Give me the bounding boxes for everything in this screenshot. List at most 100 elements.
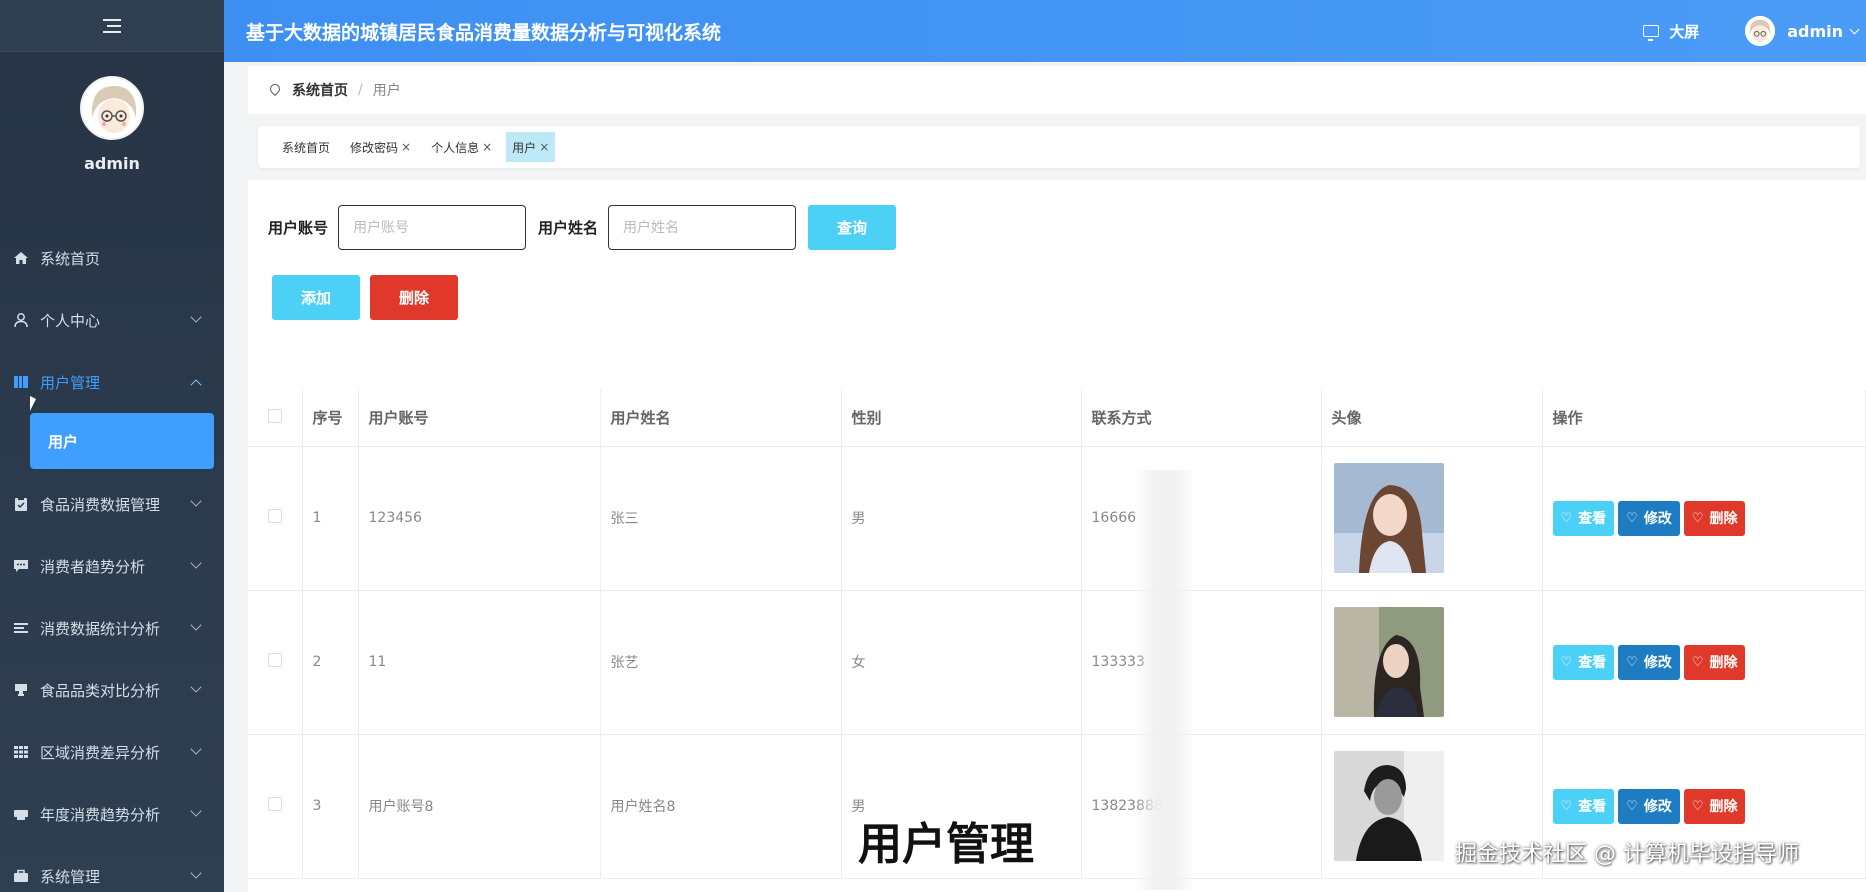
row-actions: ♡ 查看 ♡ 修改 ♡ 删除 <box>1552 500 1866 536</box>
column-header-account: 用户账号 <box>358 390 601 447</box>
select-all-checkbox[interactable] <box>267 408 282 423</box>
view-label: 查看 <box>1578 511 1607 527</box>
cell-name: 张三 <box>600 446 842 591</box>
sidebar-item-consumption-statistics[interactable]: 消费数据统计分析 <box>0 597 224 659</box>
sidebar-item-label: 个人中心 <box>40 311 101 330</box>
select-all-cell <box>248 390 303 447</box>
chevron-up-icon <box>190 379 202 391</box>
delete-button[interactable]: ♡ 删除 <box>1683 644 1746 680</box>
sidebar-item-food-consumption-data[interactable]: 食品消费数据管理 <box>0 473 224 535</box>
close-icon[interactable]: × <box>401 140 411 154</box>
row-select-cell <box>248 446 303 591</box>
view-button[interactable]: ♡ 查看 <box>1552 644 1615 680</box>
delete-button[interactable]: ♡ 删除 <box>1683 788 1746 824</box>
cell-actions: ♡ 查看 ♡ 修改 ♡ 删除 <box>1542 446 1866 591</box>
tag-user[interactable]: 用户 × <box>506 132 556 162</box>
user-photo[interactable] <box>1333 607 1444 717</box>
sidebar-item-personal-center[interactable]: 个人中心 <box>0 289 224 351</box>
batch-delete-button[interactable]: 删除 <box>370 275 458 320</box>
account-search-input[interactable] <box>338 205 527 250</box>
chevron-down-icon <box>190 311 202 323</box>
avatar[interactable] <box>80 76 144 140</box>
breadcrumb: 系统首页 / 用户 <box>248 66 1866 114</box>
sidebar-item-annual-trend[interactable]: 年度消费趋势分析 <box>0 783 224 845</box>
user-menu[interactable]: admin <box>1745 16 1860 46</box>
list-icon <box>12 619 30 637</box>
cell-phone: 133333 <box>1081 590 1322 735</box>
cell-account: 11 <box>358 590 601 735</box>
sidebar-item-system-management[interactable]: 系统管理 <box>0 845 224 892</box>
briefcase-icon <box>12 867 30 885</box>
printer-icon <box>12 805 30 823</box>
edit-button[interactable]: ♡ 修改 <box>1618 788 1680 824</box>
cell-index: 1 <box>302 446 359 591</box>
edit-label: 修改 <box>1643 799 1672 815</box>
chevron-down-icon <box>190 681 202 693</box>
sidebar-item-label: 食品品类对比分析 <box>40 681 161 700</box>
sidebar-item-label: 食品消费数据管理 <box>40 495 161 514</box>
breadcrumb-home[interactable]: 系统首页 <box>292 80 348 100</box>
view-label: 查看 <box>1578 655 1607 671</box>
cell-gender: 女 <box>841 590 1082 735</box>
close-icon[interactable]: × <box>482 140 492 154</box>
sidebar-item-food-category-compare[interactable]: 食品品类对比分析 <box>0 659 224 721</box>
cell-name: 张艺 <box>600 590 842 735</box>
chevron-down-icon <box>190 805 202 817</box>
sidebar-subitem-user[interactable]: 用户 <box>30 413 214 469</box>
column-header-index: 序号 <box>302 390 359 447</box>
edit-button[interactable]: ♡ 修改 <box>1618 644 1680 680</box>
query-button[interactable]: 查询 <box>808 205 897 250</box>
edit-button[interactable]: ♡ 修改 <box>1618 500 1680 536</box>
heart-icon: ♡ <box>1691 654 1704 670</box>
tag-label: 用户 <box>512 140 537 155</box>
delete-button[interactable]: ♡ 删除 <box>1683 500 1746 536</box>
cell-avatar <box>1321 446 1543 591</box>
sidebar-item-label: 区域消费差异分析 <box>40 743 161 762</box>
heart-icon: ♡ <box>1560 654 1573 670</box>
heart-icon: ♡ <box>1626 654 1638 670</box>
chevron-down-icon <box>190 743 202 755</box>
cell-gender: 男 <box>841 446 1082 591</box>
home-icon <box>12 249 30 267</box>
sidebar-item-regional-difference[interactable]: 区域消费差异分析 <box>0 721 224 783</box>
sidebar-item-consumer-trend[interactable]: 消费者趋势分析 <box>0 535 224 597</box>
cell-name: 用户姓名8 <box>600 734 842 879</box>
bigscreen-button[interactable]: 大屏 <box>1643 21 1699 42</box>
cell-phone: 16666 <box>1081 446 1322 591</box>
column-header-actions: 操作 <box>1542 390 1866 447</box>
column-header-avatar: 头像 <box>1321 390 1543 447</box>
grid-icon <box>12 743 30 761</box>
sidebar-item-label: 系统首页 <box>40 249 101 268</box>
tag-home[interactable]: 系统首页 <box>276 132 336 162</box>
book-icon <box>12 373 30 391</box>
top-header: 基于大数据的城镇居民食品消费量数据分析与可视化系统 大屏 admin <box>224 0 1866 62</box>
tag-personal-info[interactable]: 个人信息 × <box>425 132 498 162</box>
view-button[interactable]: ♡ 查看 <box>1552 788 1615 824</box>
action-row: 添加 删除 <box>272 275 458 320</box>
add-button[interactable]: 添加 <box>272 275 360 320</box>
sidebar-item-label: 消费者趋势分析 <box>40 557 146 576</box>
hamburger-icon[interactable] <box>103 18 121 33</box>
table-row: 2 11 张艺 女 133333 ♡ 查看 ♡ 修改 ♡ 删除 <box>248 590 1866 735</box>
sidebar-item-label: 用户管理 <box>40 373 101 392</box>
bigscreen-label: 大屏 <box>1669 22 1700 41</box>
watermark: 掘金技术社区 @ 计算机毕设指导师 <box>1455 842 1799 867</box>
heart-icon: ♡ <box>1691 510 1704 526</box>
close-icon[interactable]: × <box>539 140 549 154</box>
sidebar-toggle[interactable] <box>0 0 224 52</box>
search-form: 用户账号 用户姓名 查询 <box>268 205 897 250</box>
cell-avatar <box>1321 590 1543 735</box>
row-checkbox[interactable] <box>267 509 282 523</box>
sidebar-item-home[interactable]: 系统首页 <box>0 227 224 289</box>
view-button[interactable]: ♡ 查看 <box>1552 500 1615 536</box>
row-checkbox[interactable] <box>267 653 282 667</box>
delete-label: 删除 <box>1709 511 1738 527</box>
row-checkbox[interactable] <box>267 797 282 811</box>
column-header-phone: 联系方式 <box>1081 390 1322 447</box>
tag-change-password[interactable]: 修改密码 × <box>344 132 417 162</box>
name-search-input[interactable] <box>608 205 797 250</box>
row-select-cell <box>248 590 303 735</box>
user-photo[interactable] <box>1333 463 1444 573</box>
user-photo[interactable] <box>1333 751 1444 861</box>
delete-label: 删除 <box>1709 655 1738 671</box>
